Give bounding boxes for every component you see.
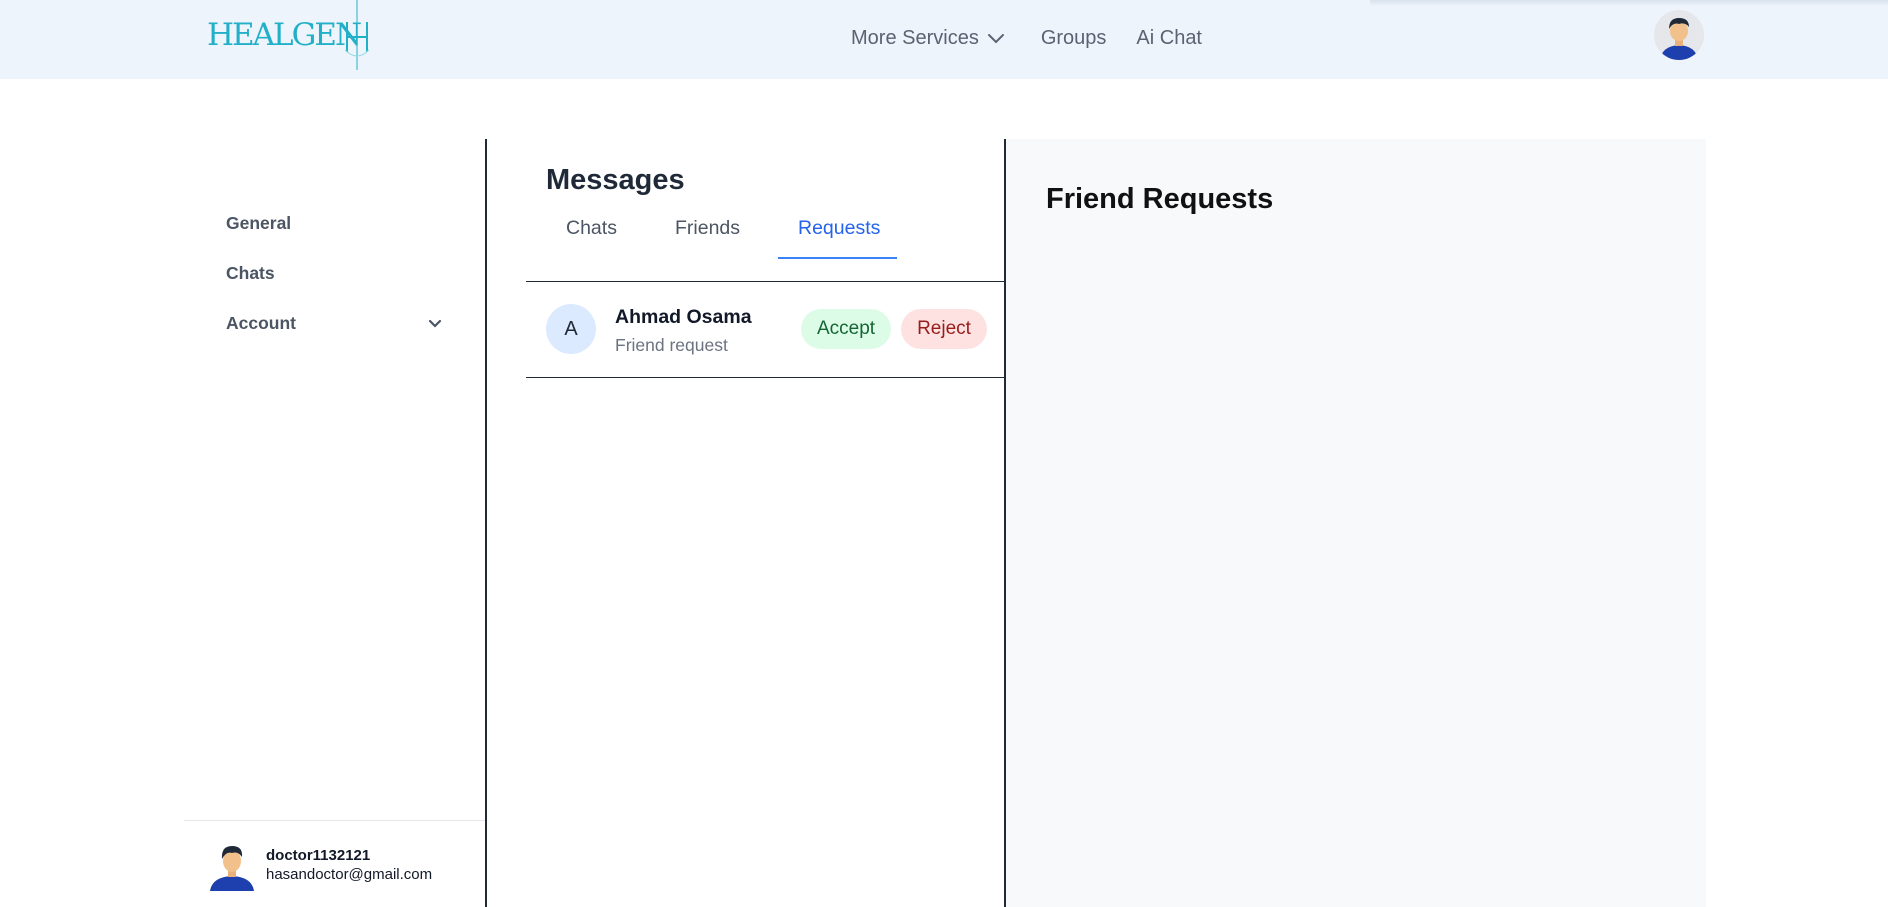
- sidebar-item-chats[interactable]: Chats: [226, 263, 275, 284]
- sidebar-item-general[interactable]: General: [226, 213, 291, 234]
- tab-chats[interactable]: Chats: [566, 217, 617, 240]
- user-info: doctor1132121 hasandoctor@gmail.com: [266, 846, 432, 884]
- nav-groups[interactable]: Groups: [1041, 27, 1107, 50]
- request-sender-name: Ahmad Osama: [615, 306, 752, 328]
- nav-more-services[interactable]: More Services: [851, 27, 1005, 50]
- app-logo[interactable]: HEALGEN: [205, 0, 373, 70]
- messages-tabs: Chats Friends Requests: [526, 217, 1005, 260]
- list-divider: [526, 377, 1005, 378]
- nav-ai-chat[interactable]: Ai Chat: [1136, 27, 1202, 50]
- user-avatar-icon: [1654, 10, 1704, 60]
- chevron-down-icon: [428, 319, 442, 328]
- avatar[interactable]: [1654, 10, 1704, 60]
- avatar: A: [546, 304, 596, 354]
- detail-panel: Friend Requests: [1006, 139, 1706, 907]
- column-divider-left: [485, 139, 487, 907]
- tab-friends[interactable]: Friends: [675, 217, 740, 240]
- request-subtitle: Friend request: [615, 335, 728, 355]
- avatar: [208, 839, 256, 891]
- user-name: doctor1132121: [266, 847, 371, 864]
- current-user-card[interactable]: doctor1132121 hasandoctor@gmail.com: [208, 839, 432, 891]
- list-item[interactable]: A Ahmad Osama Friend request Accept Reje…: [526, 282, 1005, 377]
- top-navbar: HEALGEN More Services Groups Ai Chat: [0, 0, 1888, 79]
- user-email: hasandoctor@gmail.com: [266, 866, 433, 883]
- active-tab-indicator: [778, 257, 897, 259]
- tab-requests[interactable]: Requests: [798, 217, 880, 240]
- sidebar-divider: [184, 820, 485, 821]
- chevron-down-icon: [987, 33, 1004, 43]
- messages-title: Messages: [546, 164, 685, 196]
- sidebar-item-account-label: Account: [226, 313, 296, 333]
- header-shadow: [1370, 0, 1888, 6]
- sidebar-item-account[interactable]: Account: [226, 313, 442, 334]
- accept-button[interactable]: Accept: [801, 309, 891, 349]
- messages-panel: Messages Chats Friends Requests A Ahmad …: [526, 139, 1005, 907]
- settings-sidebar: General Chats Account doctor1132121 hasa…: [184, 139, 485, 907]
- logo-mark-icon: [344, 0, 370, 70]
- detail-title: Friend Requests: [1046, 183, 1274, 215]
- logo-text: HEALGEN: [207, 17, 362, 53]
- user-avatar-icon: [210, 846, 254, 891]
- reject-button[interactable]: Reject: [901, 309, 987, 349]
- main-nav: More Services Groups Ai Chat: [851, 27, 1202, 50]
- nav-more-services-label: More Services: [851, 27, 979, 49]
